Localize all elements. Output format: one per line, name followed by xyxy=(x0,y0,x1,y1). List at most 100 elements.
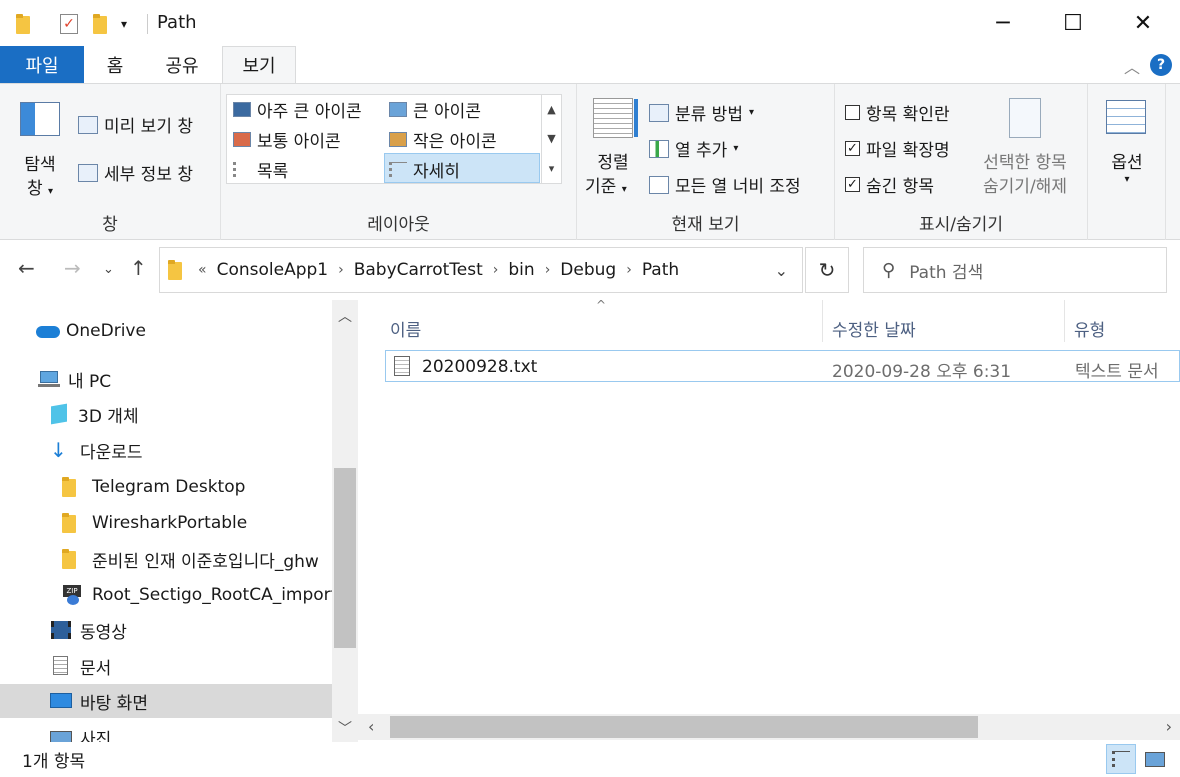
size-columns-button[interactable]: 모든 열 너비 조정 xyxy=(649,172,801,197)
column-header-name[interactable]: 이름 xyxy=(390,308,421,348)
tree-item-label: 바탕 화면 xyxy=(80,693,148,714)
breadcrumb-item[interactable]: Debug xyxy=(560,260,616,280)
nav-pane-button[interactable]: 탐색 창 ▾ xyxy=(14,98,66,199)
file-extensions-toggle[interactable]: ✓ 파일 확장명 xyxy=(845,136,950,161)
size-columns-label: 모든 열 너비 조정 xyxy=(675,177,801,197)
expand-icon[interactable]: ▾ xyxy=(549,162,555,175)
close-button[interactable]: ✕ xyxy=(1108,0,1178,46)
tab-home[interactable]: 홈 xyxy=(90,46,140,83)
forward-icon[interactable]: → xyxy=(64,256,81,280)
overflow-icon[interactable]: « xyxy=(198,262,207,278)
tab-share[interactable]: 공유 xyxy=(150,46,214,83)
tree-item-desktop[interactable]: 바탕 화면 xyxy=(0,684,332,718)
tree-item-3d-objects[interactable]: 3D 개체 xyxy=(0,397,332,431)
refresh-icon[interactable]: ↻ xyxy=(805,247,849,293)
add-columns-button[interactable]: 열 추가 ▾ xyxy=(649,136,738,161)
preview-pane-icon xyxy=(78,115,98,134)
tree-item-label: 다운로드 xyxy=(80,442,143,463)
properties-icon[interactable]: ✓ xyxy=(60,12,78,36)
scroll-thumb[interactable] xyxy=(334,468,356,648)
recent-locations-icon[interactable]: ⌄ xyxy=(103,262,114,277)
help-icon[interactable]: ? xyxy=(1150,54,1172,76)
sort-by-button[interactable]: 정렬 기준 ▾ xyxy=(585,96,641,200)
checkbox[interactable]: ✓ xyxy=(845,177,860,192)
checkbox[interactable]: ✓ xyxy=(845,141,860,156)
tree-item-zip[interactable]: ZIP Root_Sectigo_RootCA_import.zip xyxy=(0,578,332,612)
layout-extra-large[interactable]: 아주 큰 아이콘 xyxy=(233,97,362,122)
breadcrumb-item[interactable]: bin xyxy=(508,260,534,280)
minimize-button[interactable]: ─ xyxy=(968,0,1038,46)
chevron-up-icon[interactable]: ︿ xyxy=(332,306,358,326)
layout-details[interactable]: 자세히 xyxy=(389,157,460,182)
chevron-left-icon[interactable]: ‹ xyxy=(368,717,374,736)
chevron-down-icon[interactable]: ⌄ xyxy=(775,261,788,280)
chevron-down-icon: ▾ xyxy=(733,143,739,154)
item-checkboxes-toggle[interactable]: 항목 확인란 xyxy=(845,100,950,125)
chevron-right-icon[interactable]: › xyxy=(493,262,499,278)
column-divider[interactable] xyxy=(822,300,823,342)
tree-item-telegram[interactable]: Telegram Desktop xyxy=(0,470,332,504)
preview-pane-button[interactable]: 미리 보기 창 xyxy=(78,112,193,137)
tab-file[interactable]: 파일 xyxy=(0,46,84,83)
tab-view[interactable]: 보기 xyxy=(222,46,296,83)
new-folder-icon[interactable] xyxy=(93,12,109,36)
hide-selected-icon xyxy=(1009,98,1041,138)
tree-item-wireshark[interactable]: WiresharkPortable xyxy=(0,506,332,540)
chevron-up-icon[interactable]: ︿ xyxy=(1124,54,1140,78)
up-icon[interactable]: ↑ xyxy=(130,256,147,280)
layout-list[interactable]: 목록 xyxy=(233,157,288,182)
column-header-type[interactable]: 유형 xyxy=(1074,308,1105,348)
chevron-down-icon[interactable]: ▼ xyxy=(547,132,555,145)
tree-item-folder[interactable]: 준비된 인재 이준호입니다_ghw xyxy=(0,542,332,576)
sort-label-1: 정렬 xyxy=(597,153,629,173)
details-icon xyxy=(389,162,407,177)
horizontal-scrollbar[interactable]: ‹ › xyxy=(358,714,1180,740)
chevron-down-icon[interactable]: ﹀ xyxy=(332,718,358,738)
address-bar[interactable]: « ConsoleApp1 › BabyCarrotTest › bin › D… xyxy=(159,247,803,293)
options-button[interactable]: 옵션 ▾ xyxy=(1096,98,1158,198)
breadcrumb-item[interactable]: BabyCarrotTest xyxy=(354,260,483,280)
tree-item-videos[interactable]: 동영상 xyxy=(0,613,332,647)
vertical-scrollbar[interactable]: ︿ ﹀ xyxy=(332,300,358,742)
tree-item-this-pc[interactable]: 내 PC xyxy=(0,362,332,396)
hidden-items-toggle[interactable]: ✓ 숨긴 항목 xyxy=(845,172,934,197)
search-placeholder: Path 검색 xyxy=(909,262,984,283)
checkbox[interactable] xyxy=(845,105,860,120)
customize-toolbar-icon[interactable]: ▾ xyxy=(121,12,127,36)
gallery-scroll[interactable]: ▲ ▼ ▾ xyxy=(541,95,561,183)
hide-selected-button[interactable]: 선택한 항목 숨기기/해제 xyxy=(975,96,1075,200)
chevron-right-icon[interactable]: › xyxy=(545,262,551,278)
layout-small[interactable]: 작은 아이콘 xyxy=(389,127,497,152)
chevron-down-icon: ▾ xyxy=(1124,174,1130,185)
details-pane-button[interactable]: 세부 정보 창 xyxy=(78,160,193,185)
column-header-modified[interactable]: 수정한 날짜 xyxy=(832,308,916,348)
chevron-right-icon[interactable]: › xyxy=(338,262,344,278)
group-label: 창 xyxy=(102,215,118,235)
details-view-icon[interactable] xyxy=(1106,744,1136,774)
layout-medium-label: 보통 아이콘 xyxy=(257,132,341,152)
file-row[interactable]: 20200928.txt 2020-09-28 오후 6:31 텍스트 문서 xyxy=(385,350,1180,382)
breadcrumb-item[interactable]: ConsoleApp1 xyxy=(217,260,329,280)
back-icon[interactable]: ← xyxy=(18,256,35,280)
tree-item-onedrive[interactable]: OneDrive xyxy=(0,314,332,348)
cloud-icon xyxy=(36,321,60,341)
chevron-right-icon[interactable]: › xyxy=(1166,717,1172,736)
cube-icon xyxy=(48,403,70,425)
chevron-down-icon: ▾ xyxy=(621,184,627,195)
tree-item-documents[interactable]: 문서 xyxy=(0,649,332,683)
folder-icon xyxy=(62,513,84,533)
tree-item-pictures[interactable]: 사진 xyxy=(0,720,332,742)
tree-item-downloads[interactable]: ↓ 다운로드 xyxy=(0,433,332,467)
chevron-up-icon[interactable]: ▲ xyxy=(547,103,555,116)
scroll-thumb[interactable] xyxy=(390,716,978,738)
search-box[interactable]: ⚲ Path 검색 xyxy=(863,247,1167,293)
maximize-button[interactable]: ☐ xyxy=(1038,0,1108,46)
layout-gallery: 아주 큰 아이콘 큰 아이콘 보통 아이콘 작은 아이콘 목록 자세히 ▲ ▼ … xyxy=(226,94,562,184)
layout-medium[interactable]: 보통 아이콘 xyxy=(233,127,341,152)
group-by-button[interactable]: 분류 방법 ▾ xyxy=(649,100,754,125)
breadcrumb-item[interactable]: Path xyxy=(642,260,679,280)
layout-large[interactable]: 큰 아이콘 xyxy=(389,97,481,122)
column-divider[interactable] xyxy=(1064,300,1065,342)
large-icons-view-icon[interactable] xyxy=(1140,744,1170,774)
chevron-right-icon[interactable]: › xyxy=(626,262,632,278)
